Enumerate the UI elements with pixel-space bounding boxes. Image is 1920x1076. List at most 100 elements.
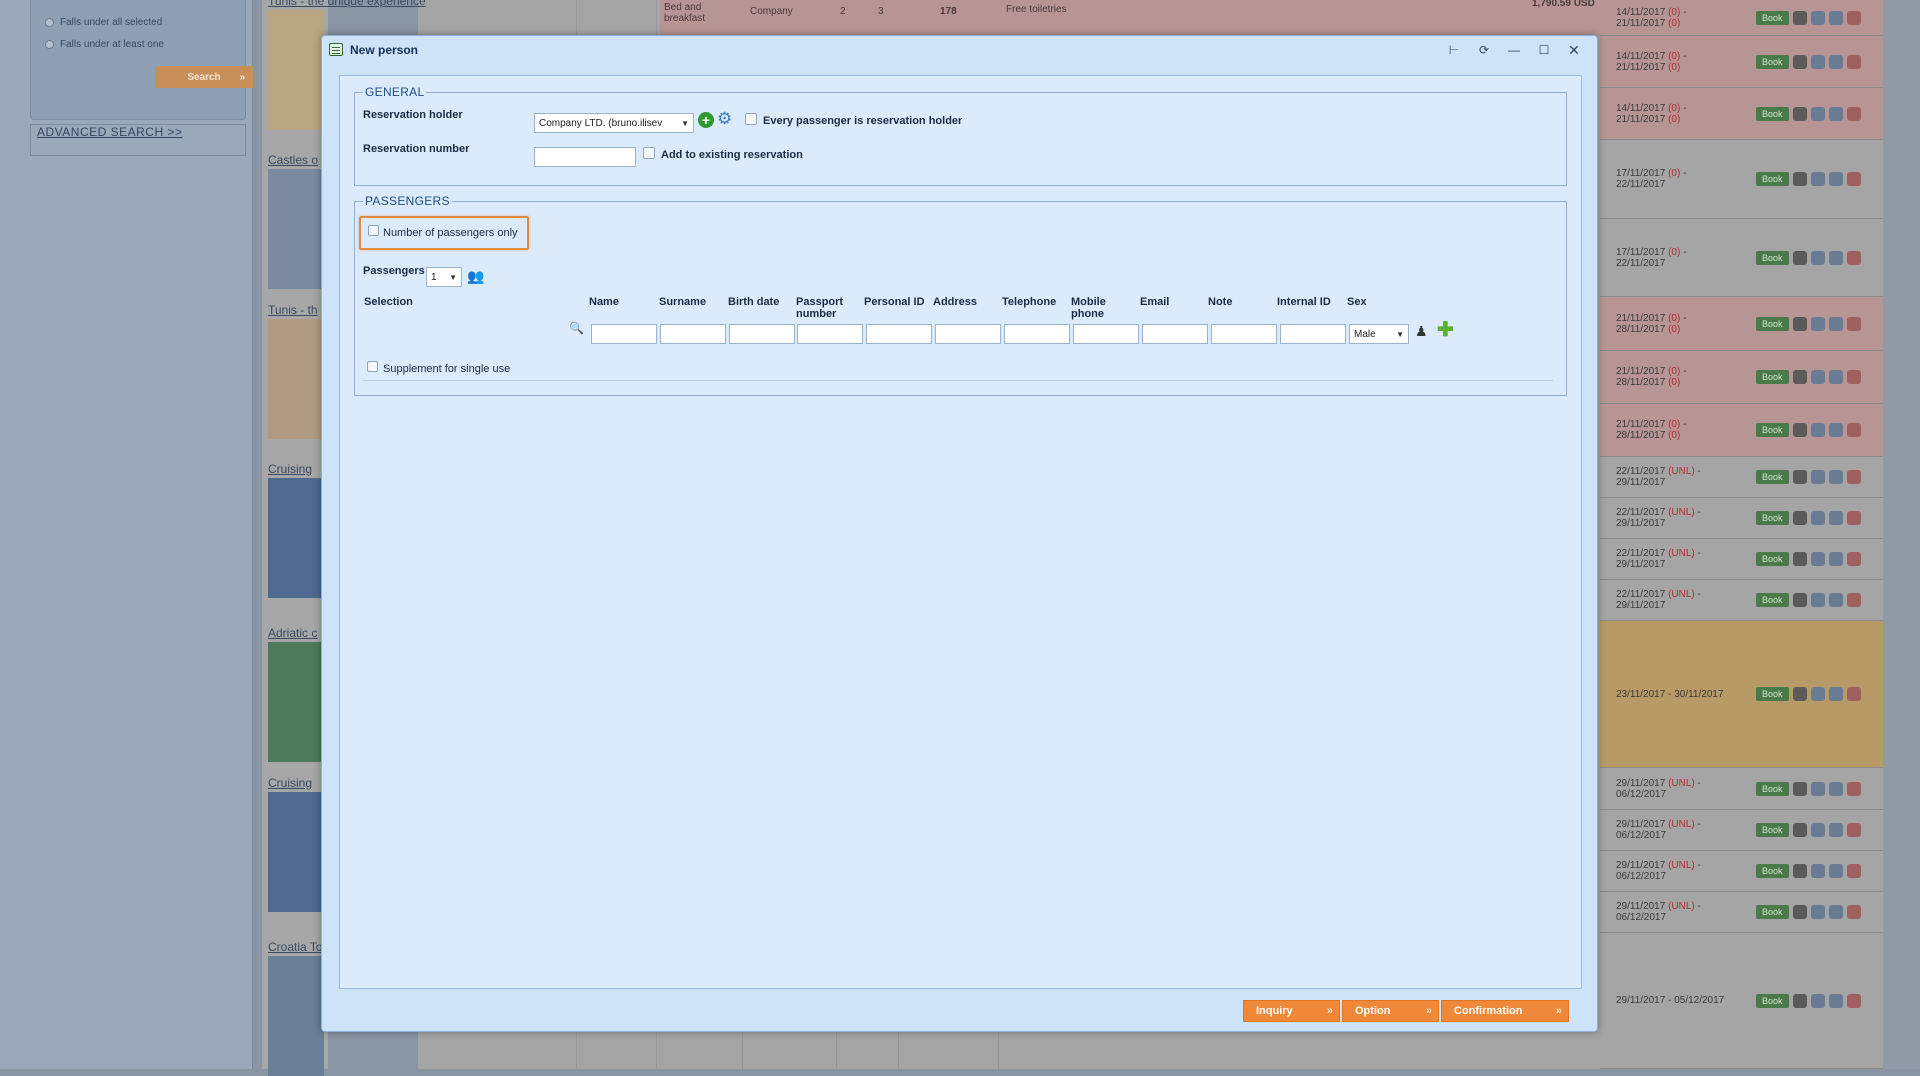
eye-icon[interactable] xyxy=(1828,106,1843,121)
eye-icon[interactable] xyxy=(1828,250,1843,265)
note-input[interactable] xyxy=(1211,324,1277,344)
radio-icon[interactable] xyxy=(45,40,54,49)
address-input[interactable] xyxy=(935,324,1001,344)
search-button[interactable]: Search » xyxy=(155,66,253,88)
book-button[interactable]: Book xyxy=(1756,993,1789,1008)
pdf-icon[interactable] xyxy=(1846,511,1861,525)
every-passenger-checkbox[interactable] xyxy=(745,113,757,125)
pdf-icon[interactable] xyxy=(1846,10,1861,25)
eye-icon[interactable] xyxy=(1828,172,1843,186)
eye-icon[interactable] xyxy=(1828,316,1843,331)
pdf-icon[interactable] xyxy=(1846,250,1861,265)
gear-icon[interactable] xyxy=(1810,905,1825,919)
eye-icon[interactable] xyxy=(1828,511,1843,525)
book-button[interactable]: Book xyxy=(1756,593,1789,607)
eye-icon[interactable] xyxy=(1828,552,1843,566)
cart-icon[interactable] xyxy=(1792,172,1807,186)
gear-icon[interactable] xyxy=(1810,823,1825,837)
mobile-phone-input[interactable] xyxy=(1073,324,1139,344)
radio-falls-under-all[interactable]: Falls under all selected xyxy=(45,17,162,28)
add-existing-checkbox[interactable] xyxy=(643,147,655,159)
eye-icon[interactable] xyxy=(1828,470,1843,484)
option-button[interactable]: Option » xyxy=(1342,1000,1439,1022)
pdf-icon[interactable] xyxy=(1846,864,1861,878)
book-button[interactable]: Book xyxy=(1756,552,1789,566)
gear-icon[interactable] xyxy=(1810,470,1825,484)
radio-falls-under-one[interactable]: Falls under at least one xyxy=(45,39,164,50)
minimize-icon[interactable]: — xyxy=(1505,41,1523,59)
eye-icon[interactable] xyxy=(1828,905,1843,919)
passengers-count-select[interactable]: 1 ▼ xyxy=(426,267,462,287)
confirmation-button[interactable]: Confirmation » xyxy=(1441,1000,1569,1022)
book-button[interactable]: Book xyxy=(1756,316,1789,331)
pdf-icon[interactable] xyxy=(1846,54,1861,69)
internal-id-input[interactable] xyxy=(1280,324,1346,344)
person-icon[interactable]: ♟ xyxy=(1415,324,1428,338)
eye-icon[interactable] xyxy=(1828,54,1843,69)
book-button[interactable]: Book xyxy=(1756,781,1789,796)
eye-icon[interactable] xyxy=(1828,370,1843,384)
book-button[interactable]: Book xyxy=(1756,250,1789,265)
refresh-icon[interactable]: ⟳ xyxy=(1475,41,1493,59)
gear-icon[interactable] xyxy=(1810,423,1825,437)
dialog-header[interactable]: New person ⊢ ⟳ — ☐ ✕ xyxy=(322,36,1597,64)
eye-icon[interactable] xyxy=(1828,10,1843,25)
reservation-holder-select[interactable]: Company LTD. (bruno.ilisev ▼ xyxy=(534,113,694,133)
cart-icon[interactable] xyxy=(1792,106,1807,121)
gear-icon[interactable] xyxy=(1810,593,1825,607)
book-button[interactable]: Book xyxy=(1756,470,1789,484)
gear-icon[interactable] xyxy=(1810,511,1825,525)
birth-date-input[interactable] xyxy=(729,324,795,344)
pdf-icon[interactable] xyxy=(1846,370,1861,384)
cart-icon[interactable] xyxy=(1792,10,1807,25)
gear-icon[interactable] xyxy=(1810,781,1825,796)
eye-icon[interactable] xyxy=(1828,593,1843,607)
cart-icon[interactable] xyxy=(1792,593,1807,607)
cart-icon[interactable] xyxy=(1792,316,1807,331)
gear-icon[interactable] xyxy=(1810,10,1825,25)
add-holder-icon[interactable]: + xyxy=(698,112,714,128)
book-button[interactable]: Book xyxy=(1756,687,1789,701)
surname-input[interactable] xyxy=(660,324,726,344)
cart-icon[interactable] xyxy=(1792,370,1807,384)
gear-icon[interactable] xyxy=(1810,552,1825,566)
eye-icon[interactable] xyxy=(1828,993,1843,1008)
pin-icon[interactable]: ⊢ xyxy=(1445,41,1463,59)
book-button[interactable]: Book xyxy=(1756,511,1789,525)
eye-icon[interactable] xyxy=(1828,864,1843,878)
cart-icon[interactable] xyxy=(1792,905,1807,919)
cart-icon[interactable] xyxy=(1792,993,1807,1008)
book-button[interactable]: Book xyxy=(1756,106,1789,121)
pdf-icon[interactable] xyxy=(1846,552,1861,566)
search-icon[interactable]: 🔍 xyxy=(569,321,584,335)
gear-icon[interactable] xyxy=(1810,54,1825,69)
book-button[interactable]: Book xyxy=(1756,423,1789,437)
pdf-icon[interactable] xyxy=(1846,593,1861,607)
cart-icon[interactable] xyxy=(1792,423,1807,437)
pdf-icon[interactable] xyxy=(1846,687,1861,701)
book-button[interactable]: Book xyxy=(1756,10,1789,25)
eye-icon[interactable] xyxy=(1828,781,1843,796)
add-passenger-icon[interactable]: ✚ xyxy=(1437,320,1454,340)
pdf-icon[interactable] xyxy=(1846,905,1861,919)
gear-icon[interactable]: ⚙ xyxy=(717,110,732,127)
reservation-number-input[interactable] xyxy=(534,147,636,167)
cart-icon[interactable] xyxy=(1792,823,1807,837)
book-button[interactable]: Book xyxy=(1756,864,1789,878)
email-input[interactable] xyxy=(1142,324,1208,344)
gear-icon[interactable] xyxy=(1810,864,1825,878)
tour-title[interactable]: Tunis - the unique experience xyxy=(268,0,426,8)
cart-icon[interactable] xyxy=(1792,687,1807,701)
cart-icon[interactable] xyxy=(1792,864,1807,878)
pdf-icon[interactable] xyxy=(1846,316,1861,331)
eye-icon[interactable] xyxy=(1828,687,1843,701)
cart-icon[interactable] xyxy=(1792,250,1807,265)
book-button[interactable]: Book xyxy=(1756,823,1789,837)
name-input[interactable] xyxy=(591,324,657,344)
group-people-icon[interactable]: 👥 xyxy=(467,269,484,283)
pdf-icon[interactable] xyxy=(1846,172,1861,186)
book-button[interactable]: Book xyxy=(1756,905,1789,919)
supplement-single-use-checkbox[interactable] xyxy=(367,361,378,372)
pdf-icon[interactable] xyxy=(1846,106,1861,121)
telephone-input[interactable] xyxy=(1004,324,1070,344)
